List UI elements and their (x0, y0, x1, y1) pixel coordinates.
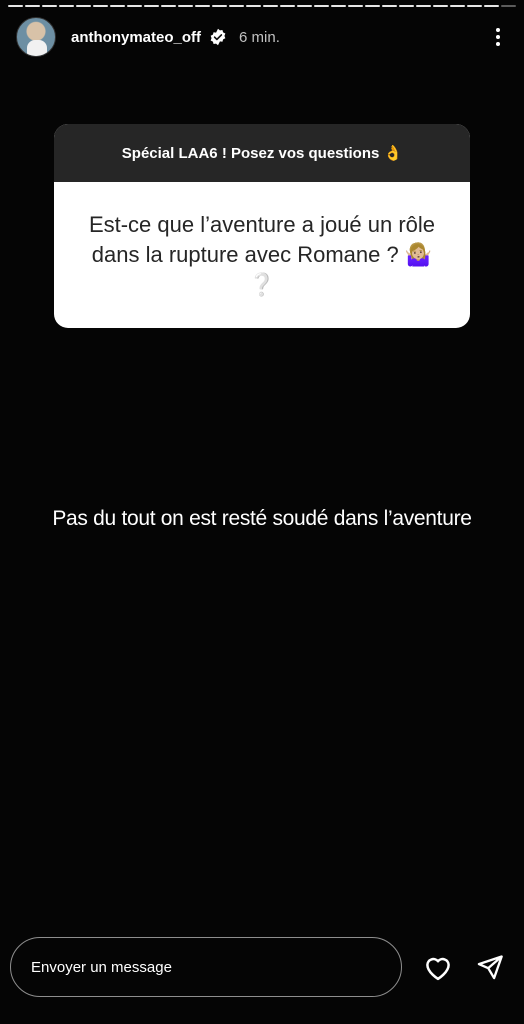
story-progress-segment (331, 5, 346, 7)
story-progress-segment (25, 5, 40, 7)
story-progress-segment (195, 5, 210, 7)
story-progress-segment (467, 5, 482, 7)
story-progress-segment (8, 5, 23, 7)
story-progress-segment (348, 5, 363, 7)
story-progress-segment (399, 5, 414, 7)
story-header: anthonymateo_off 6 min. (16, 16, 508, 58)
story-progress-segment (263, 5, 278, 7)
story-progress-segment (501, 5, 516, 7)
story-progress-segment (246, 5, 261, 7)
heart-icon[interactable] (420, 949, 456, 985)
post-time: 6 min. (239, 28, 280, 46)
story-answer-text: Pas du tout on est resté soudé dans l’av… (52, 507, 472, 530)
story-progress-segment (110, 5, 125, 7)
story-progress-segment (433, 5, 448, 7)
story-progress-segment (382, 5, 397, 7)
story-progress-segment (229, 5, 244, 7)
story-progress-segment (127, 5, 142, 7)
story-progress-segment (161, 5, 176, 7)
story-progress-segment (144, 5, 159, 7)
story-progress-segment (416, 5, 431, 7)
story-progress-segment (93, 5, 108, 7)
story-progress-bar (8, 5, 516, 7)
story-progress-segment (59, 5, 74, 7)
story-progress-segment (297, 5, 312, 7)
message-input[interactable]: Envoyer un message (10, 937, 402, 997)
story-progress-segment (76, 5, 91, 7)
story-progress-segment (280, 5, 295, 7)
story-progress-segment (450, 5, 465, 7)
story-progress-segment (314, 5, 329, 7)
story-progress-segment (212, 5, 227, 7)
story-progress-segment (365, 5, 380, 7)
username[interactable]: anthonymateo_off (71, 29, 201, 46)
send-icon[interactable] (472, 949, 508, 985)
story-footer: Envoyer un message (10, 937, 508, 997)
more-options-icon[interactable] (488, 25, 508, 49)
story-progress-segment (484, 5, 499, 7)
question-sticker[interactable]: Spécial LAA6 ! Posez vos questions 👌 Est… (54, 124, 470, 328)
avatar[interactable] (16, 17, 56, 57)
story-progress-segment (42, 5, 57, 7)
question-sticker-text: Est-ce que l’aventure a joué un rôle dan… (88, 212, 436, 297)
question-sticker-title: Spécial LAA6 ! Posez vos questions 👌 (54, 124, 470, 182)
verified-badge-icon (210, 28, 226, 46)
story-progress-segment (178, 5, 193, 7)
